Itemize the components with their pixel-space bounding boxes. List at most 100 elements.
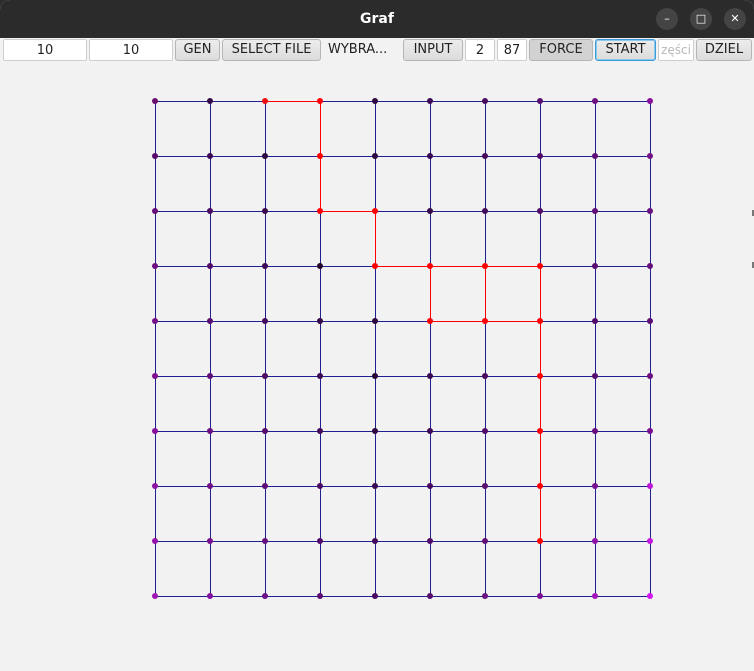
graph-node[interactable] — [592, 208, 598, 214]
close-button[interactable]: ✕ — [724, 8, 746, 30]
graph-node[interactable] — [262, 373, 268, 379]
graph-node[interactable] — [262, 318, 268, 324]
graph-node[interactable] — [482, 208, 488, 214]
graph-node[interactable] — [372, 373, 378, 379]
graph-node-path[interactable] — [262, 98, 268, 104]
graph-node[interactable] — [317, 538, 323, 544]
select-file-button[interactable]: SELECT FILE — [222, 39, 321, 61]
graph-node[interactable] — [647, 428, 653, 434]
graph-node[interactable] — [207, 593, 213, 599]
graph-node[interactable] — [207, 153, 213, 159]
graph-node[interactable] — [592, 428, 598, 434]
graph-node[interactable] — [317, 263, 323, 269]
graph-node[interactable] — [152, 98, 158, 104]
graph-node[interactable] — [262, 153, 268, 159]
graph-node[interactable] — [317, 318, 323, 324]
graph-node[interactable] — [207, 373, 213, 379]
graph-node[interactable] — [647, 208, 653, 214]
graph-node-path[interactable] — [482, 318, 488, 324]
graph-node[interactable] — [262, 428, 268, 434]
graph-node[interactable] — [427, 593, 433, 599]
graph-node[interactable] — [482, 373, 488, 379]
graph-node[interactable] — [482, 483, 488, 489]
graph-node[interactable] — [207, 208, 213, 214]
graph-node[interactable] — [592, 318, 598, 324]
graph-node[interactable] — [317, 593, 323, 599]
graph-node[interactable] — [372, 318, 378, 324]
graph-node[interactable] — [317, 373, 323, 379]
graph-node-path[interactable] — [537, 483, 543, 489]
graph-node-path[interactable] — [317, 208, 323, 214]
graph-node[interactable] — [537, 208, 543, 214]
graph-node-path[interactable] — [427, 318, 433, 324]
force-toggle-button[interactable]: FORCE — [529, 39, 593, 61]
graph-node[interactable] — [482, 153, 488, 159]
graph-node[interactable] — [592, 538, 598, 544]
graph-node[interactable] — [592, 153, 598, 159]
graph-node[interactable] — [427, 538, 433, 544]
graph-node[interactable] — [317, 483, 323, 489]
graph-node[interactable] — [592, 263, 598, 269]
graph-node[interactable] — [537, 98, 543, 104]
graph-node[interactable] — [207, 98, 213, 104]
graph-node[interactable] — [427, 208, 433, 214]
graph-node[interactable] — [207, 538, 213, 544]
graph-node[interactable] — [262, 263, 268, 269]
parts-input[interactable] — [658, 39, 694, 61]
graph-node[interactable] — [317, 428, 323, 434]
graph-node[interactable] — [647, 373, 653, 379]
graph-node[interactable] — [482, 428, 488, 434]
graph-node[interactable] — [592, 98, 598, 104]
graph-node[interactable] — [372, 483, 378, 489]
graph-node[interactable] — [207, 263, 213, 269]
graph-node[interactable] — [152, 373, 158, 379]
rows-input[interactable] — [3, 39, 87, 61]
graph-node[interactable] — [647, 98, 653, 104]
graph-node-path[interactable] — [537, 318, 543, 324]
end-node-input[interactable] — [497, 39, 527, 61]
graph-node[interactable] — [152, 208, 158, 214]
divide-button[interactable]: DZIEL — [696, 39, 752, 61]
graph-node[interactable] — [372, 98, 378, 104]
graph-node-path[interactable] — [317, 98, 323, 104]
graph-node[interactable] — [152, 538, 158, 544]
gen-button[interactable]: GEN — [175, 39, 220, 61]
graph-node-path[interactable] — [427, 263, 433, 269]
maximize-button[interactable]: □ — [690, 8, 712, 30]
graph-node-path[interactable] — [537, 428, 543, 434]
graph-node[interactable] — [482, 98, 488, 104]
graph-node[interactable] — [592, 373, 598, 379]
graph-node[interactable] — [592, 593, 598, 599]
graph-node-path[interactable] — [482, 263, 488, 269]
start-button[interactable]: START — [595, 39, 656, 61]
graph-node[interactable] — [152, 483, 158, 489]
graph-node-path[interactable] — [372, 208, 378, 214]
columns-input[interactable] — [89, 39, 173, 61]
graph-node-path[interactable] — [372, 263, 378, 269]
graph-node[interactable] — [262, 208, 268, 214]
minimize-button[interactable]: – — [656, 8, 678, 30]
graph-node[interactable] — [647, 483, 653, 489]
graph-node[interactable] — [427, 373, 433, 379]
graph-node-path[interactable] — [537, 373, 543, 379]
graph-node-path[interactable] — [317, 153, 323, 159]
graph-node[interactable] — [262, 483, 268, 489]
graph-node[interactable] — [207, 483, 213, 489]
graph-node[interactable] — [372, 428, 378, 434]
graph-node[interactable] — [427, 153, 433, 159]
graph-node[interactable] — [372, 593, 378, 599]
graph-node[interactable] — [482, 538, 488, 544]
graph-node[interactable] — [647, 318, 653, 324]
graph-node[interactable] — [647, 593, 653, 599]
graph-node[interactable] — [427, 428, 433, 434]
graph-canvas[interactable] — [0, 64, 754, 671]
start-node-input[interactable] — [465, 39, 495, 61]
graph-node[interactable] — [372, 153, 378, 159]
graph-node-path[interactable] — [537, 263, 543, 269]
graph-node[interactable] — [537, 153, 543, 159]
title-bar[interactable]: Graf – □ ✕ — [0, 0, 754, 38]
graph-node[interactable] — [592, 483, 598, 489]
graph-node[interactable] — [482, 593, 488, 599]
graph-node[interactable] — [647, 263, 653, 269]
graph-node-path[interactable] — [537, 538, 543, 544]
